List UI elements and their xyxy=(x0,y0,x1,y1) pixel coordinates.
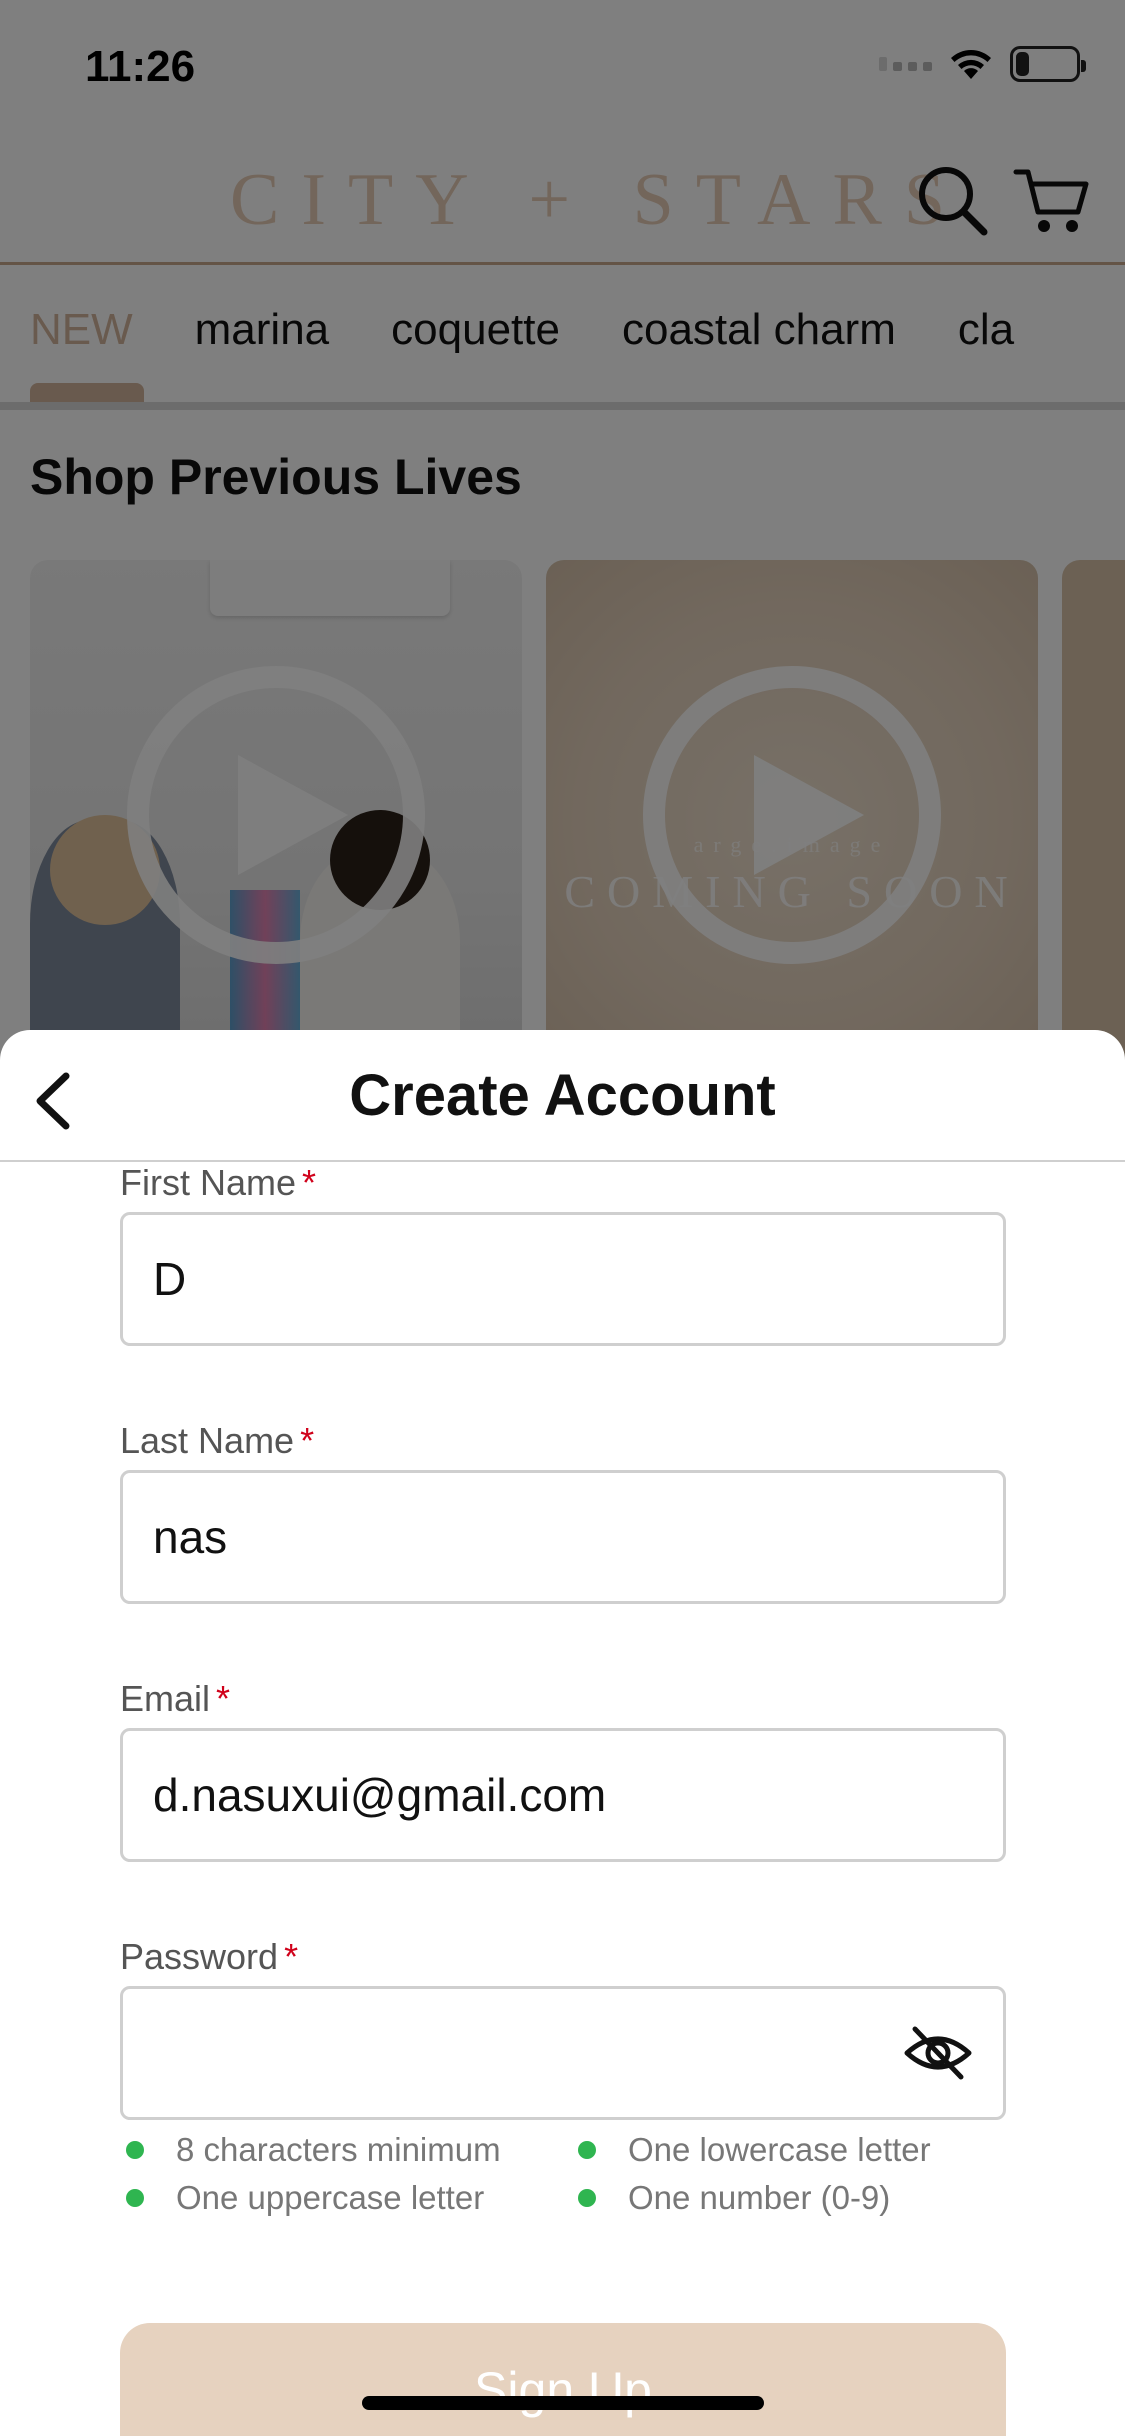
password-rule: One number (0-9) xyxy=(574,2178,1002,2218)
password-rule: One uppercase letter xyxy=(122,2178,574,2218)
rule-met-icon xyxy=(578,2141,596,2159)
sheet-title: Create Account xyxy=(349,1063,776,1128)
email-label: Email * xyxy=(120,1676,1006,1722)
sheet-header: Create Account xyxy=(0,1030,1125,1162)
password-rule: One lowercase letter xyxy=(574,2130,1002,2170)
eye-slash-icon[interactable] xyxy=(903,2023,973,2083)
rule-met-icon xyxy=(578,2189,596,2207)
rule-text: One lowercase letter xyxy=(628,2131,931,2168)
password-rules: 8 characters minimum One lowercase lette… xyxy=(122,2130,1002,2218)
last-name-value: nas xyxy=(153,1511,228,1563)
label-text: Last Name xyxy=(120,1420,295,1461)
label-text: Email xyxy=(120,1678,211,1719)
first-name-field: First Name * D xyxy=(120,1160,1006,1346)
home-indicator[interactable] xyxy=(362,2396,764,2410)
required-mark: * xyxy=(284,1936,299,1977)
rule-text: One uppercase letter xyxy=(176,2179,485,2216)
create-account-sheet: Create Account First Name * D Last Name * … xyxy=(0,1030,1125,2436)
rule-met-icon xyxy=(126,2189,144,2207)
last-name-field: Last Name * nas xyxy=(120,1418,1006,1604)
required-mark: * xyxy=(216,1678,231,1719)
first-name-input[interactable]: D xyxy=(120,1212,1006,1346)
last-name-label: Last Name * xyxy=(120,1418,1006,1464)
password-label: Password * xyxy=(120,1934,1006,1980)
password-input[interactable] xyxy=(120,1986,1006,2120)
rule-met-icon xyxy=(126,2141,144,2159)
label-text: First Name xyxy=(120,1162,297,1203)
sign-up-button[interactable]: Sign Up xyxy=(120,2323,1006,2436)
sign-up-label: Sign Up xyxy=(474,2362,652,2418)
email-field: Email * d.nasuxui@gmail.com xyxy=(120,1676,1006,1862)
label-text: Password xyxy=(120,1936,279,1977)
email-input[interactable]: d.nasuxui@gmail.com xyxy=(120,1728,1006,1862)
password-rule: 8 characters minimum xyxy=(122,2130,574,2170)
first-name-label: First Name * xyxy=(120,1160,1006,1206)
required-mark: * xyxy=(302,1162,317,1203)
rule-text: One number (0-9) xyxy=(628,2179,891,2216)
rule-text: 8 characters minimum xyxy=(176,2131,501,2168)
email-value: d.nasuxui@gmail.com xyxy=(153,1769,607,1821)
password-field: Password * xyxy=(120,1934,1006,2120)
last-name-input[interactable]: nas xyxy=(120,1470,1006,1604)
first-name-value: D xyxy=(153,1253,187,1305)
required-mark: * xyxy=(300,1420,315,1461)
